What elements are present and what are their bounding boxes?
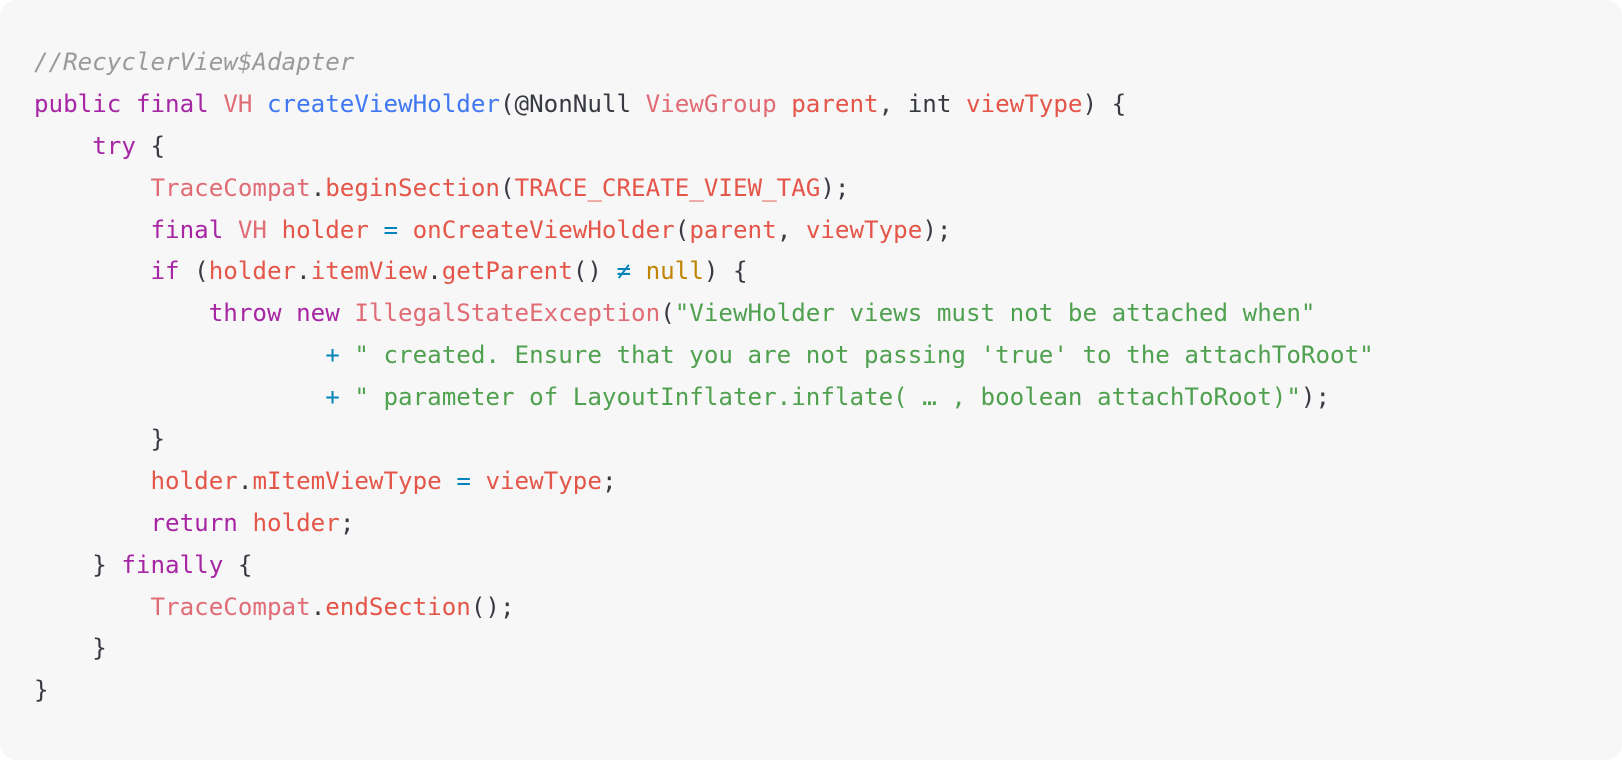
- method-begin-section: beginSection: [325, 173, 500, 202]
- paren-open: (: [674, 215, 690, 244]
- brace-close: }: [92, 550, 122, 579]
- var-holder: holder: [150, 466, 238, 495]
- type-vh: VH: [223, 89, 253, 118]
- type-int: , int: [878, 89, 966, 118]
- paren-open: (: [500, 173, 515, 202]
- method-get-parent: getParent: [441, 257, 573, 286]
- brace-open: {: [135, 131, 166, 160]
- field-item-view: itemView: [310, 257, 428, 286]
- comma: ,: [776, 215, 806, 244]
- type-vh: VH: [237, 215, 267, 244]
- code-line-9: + " parameter of LayoutInflater.inflate(…: [34, 377, 1622, 419]
- keyword-try: try: [92, 131, 136, 160]
- keyword-throw: throw: [208, 299, 282, 328]
- param-parent: parent: [791, 89, 879, 118]
- annotation-nonnull: (@NonNull: [500, 89, 646, 118]
- code-line-12: return holder;: [34, 503, 1622, 545]
- brace-close: }: [92, 634, 107, 663]
- var-holder: holder: [208, 257, 297, 286]
- arg-viewtype: viewType: [805, 215, 923, 244]
- keyword-new: new: [296, 299, 340, 328]
- code-line-3: try {: [34, 126, 1622, 168]
- param-viewtype: viewType: [966, 89, 1083, 118]
- code-line-13: } finally {: [34, 545, 1622, 587]
- code-line-1: //RecyclerView$Adapter: [34, 42, 1622, 84]
- statement-end: ;: [339, 508, 355, 537]
- string-literal: " parameter of LayoutInflater.inflate( ……: [354, 383, 1301, 412]
- paren-open: (: [179, 257, 209, 286]
- code-line-7: throw new IllegalStateException("ViewHol…: [34, 293, 1622, 335]
- statement-end: );: [820, 173, 850, 202]
- code-line-10: }: [34, 419, 1622, 461]
- operator-assign: =: [456, 466, 471, 495]
- method-on-create-view-holder: onCreateViewHolder: [412, 215, 675, 244]
- operator-plus: +: [325, 341, 340, 370]
- dot: .: [237, 466, 253, 495]
- var-holder: holder: [281, 215, 369, 244]
- field-m-item-view-type: mItemViewType: [252, 466, 442, 495]
- brace-close: }: [150, 425, 166, 454]
- statement-end: );: [922, 215, 952, 244]
- brace-open: {: [223, 550, 253, 579]
- code-line-6: if (holder.itemView.getParent() ≠ null) …: [34, 251, 1622, 293]
- constant-trace-tag: TRACE_CREATE_VIEW_TAG: [514, 173, 821, 202]
- code-line-4: TraceCompat.beginSection(TRACE_CREATE_VI…: [34, 168, 1622, 210]
- code-block: //RecyclerView$Adapter public final VH cr…: [0, 0, 1622, 760]
- code-line-15: }: [34, 628, 1622, 670]
- method-name: createViewHolder: [267, 89, 500, 118]
- code-line-11: holder.mItemViewType = viewType;: [34, 461, 1622, 503]
- code-line-16: }: [34, 670, 1622, 712]
- brace-open: ) {: [1082, 89, 1127, 118]
- class-illegal-state-exception: IllegalStateException: [354, 299, 661, 328]
- type-viewgroup: ViewGroup: [645, 89, 777, 118]
- code-line-2: public final VH createViewHolder(@NonNul…: [34, 84, 1622, 126]
- string-literal: " created. Ensure that you are not passi…: [354, 341, 1374, 370]
- keyword-public: public: [34, 89, 122, 118]
- class-tracecompat: TraceCompat: [150, 173, 311, 202]
- call-parens: (): [572, 257, 617, 286]
- code-line-8: + " created. Ensure that you are not pas…: [34, 335, 1622, 377]
- code-line-14: TraceCompat.endSection();: [34, 587, 1622, 629]
- class-tracecompat: TraceCompat: [150, 592, 311, 621]
- keyword-finally: finally: [121, 550, 224, 579]
- operator-not-equal: ≠: [616, 257, 632, 286]
- keyword-if: if: [150, 257, 180, 286]
- statement-end: ;: [601, 466, 617, 495]
- dot: .: [310, 592, 326, 621]
- brace-open: ) {: [703, 257, 748, 286]
- statement-end: ();: [470, 592, 515, 621]
- paren-open: (: [660, 299, 675, 328]
- string-literal: "ViewHolder views must not be attached w…: [674, 299, 1316, 328]
- var-holder: holder: [252, 508, 340, 537]
- keyword-final: final: [135, 89, 209, 118]
- var-viewtype: viewType: [485, 466, 602, 495]
- code-line-5: final VH holder = onCreateViewHolder(par…: [34, 210, 1622, 252]
- code-listing: //RecyclerView$Adapter public final VH cr…: [34, 42, 1622, 712]
- operator-assign: =: [383, 215, 399, 244]
- comment: //RecyclerView$Adapter: [34, 48, 355, 76]
- operator-plus: +: [325, 383, 340, 412]
- literal-null: null: [645, 257, 704, 286]
- dot: .: [427, 257, 442, 286]
- dot: .: [296, 257, 311, 286]
- brace-close: }: [34, 676, 49, 705]
- arg-parent: parent: [689, 215, 777, 244]
- keyword-return: return: [150, 508, 238, 537]
- dot: .: [310, 173, 326, 202]
- method-end-section: endSection: [325, 592, 471, 621]
- statement-end: );: [1300, 383, 1331, 412]
- keyword-final: final: [150, 215, 224, 244]
